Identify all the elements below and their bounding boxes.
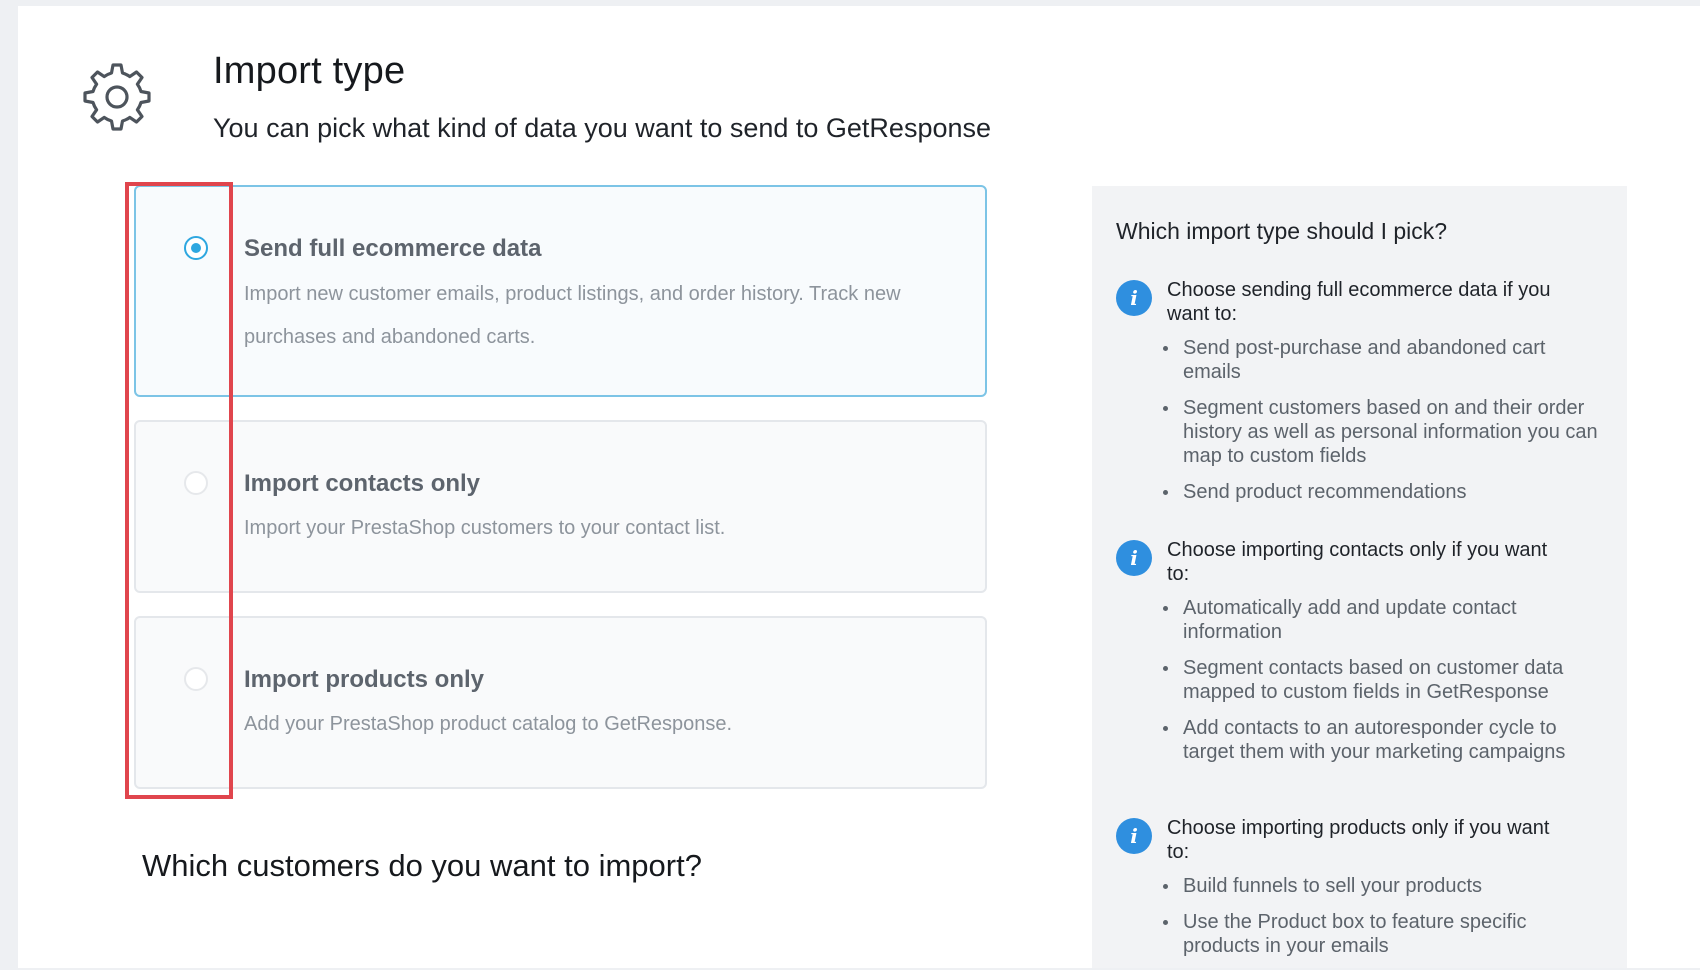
list-item: Segment customers based on and their ord… (1116, 396, 1603, 468)
info-icon: i (1116, 280, 1152, 316)
radio-contacts-only[interactable] (184, 471, 208, 495)
option-title: Import contacts only (244, 470, 481, 497)
list-item: Segment contacts based on customer data … (1116, 656, 1603, 704)
info-block-contacts: i Choose importing contacts only if you … (1116, 538, 1616, 776)
option-title: Send full ecommerce data (244, 235, 542, 262)
list-item: Add contacts to an autoresponder cycle t… (1116, 716, 1603, 764)
option-description: Import new customer emails, product list… (244, 283, 901, 348)
list-item: Use the Product box to feature specific … (1116, 910, 1603, 958)
info-icon: i (1116, 540, 1152, 576)
info-heading: Choose sending full ecommerce data if yo… (1167, 279, 1551, 325)
info-list: Build funnels to sell your products Use … (1116, 874, 1616, 958)
info-heading: Choose importing products only if you wa… (1167, 817, 1550, 863)
info-heading: Choose importing contacts only if you wa… (1167, 539, 1548, 585)
info-list: Send post-purchase and abandoned cart em… (1116, 336, 1616, 504)
section-title-customers: Which customers do you want to import? (142, 848, 702, 883)
radio-full-ecommerce[interactable] (184, 236, 208, 260)
info-block-ecommerce: i Choose sending full ecommerce data if … (1116, 278, 1616, 516)
gear-icon (83, 63, 151, 131)
radio-products-only[interactable] (184, 667, 208, 691)
info-icon: i (1116, 818, 1152, 854)
list-item: Send post-purchase and abandoned cart em… (1116, 336, 1603, 384)
list-item: Build funnels to sell your products (1116, 874, 1603, 898)
option-full-ecommerce[interactable]: Send full ecommerce data Import new cust… (134, 185, 987, 397)
page-title: Import type (213, 50, 406, 92)
info-block-products: i Choose importing products only if you … (1116, 816, 1616, 970)
option-contacts-only[interactable]: Import contacts only Import your PrestaS… (134, 420, 987, 593)
page: Import type You can pick what kind of da… (18, 6, 1700, 968)
option-products-only[interactable]: Import products only Add your PrestaShop… (134, 616, 987, 789)
option-description: Import your PrestaShop customers to your… (244, 517, 726, 539)
option-description: Add your PrestaShop product catalog to G… (244, 713, 733, 735)
page-subtitle: You can pick what kind of data you want … (213, 113, 992, 143)
list-item: Send product recommendations (1116, 480, 1603, 504)
help-panel: Which import type should I pick? i Choos… (1092, 186, 1627, 968)
help-title: Which import type should I pick? (1116, 218, 1448, 244)
option-title: Import products only (244, 666, 484, 693)
info-list: Automatically add and update contact inf… (1116, 596, 1616, 764)
list-item: Automatically add and update contact inf… (1116, 596, 1603, 644)
